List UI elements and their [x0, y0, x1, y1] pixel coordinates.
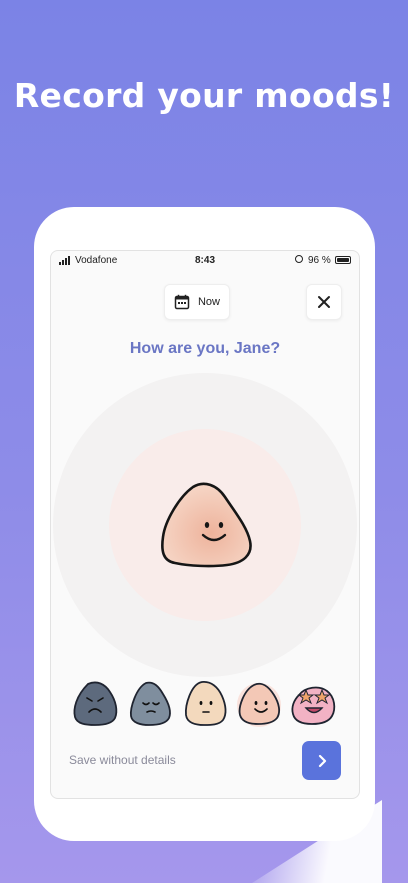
save-without-details-link[interactable]: Save without details — [69, 753, 176, 767]
promo-headline: Record your moods! — [13, 76, 395, 115]
ecstatic-face-icon[interactable] — [289, 679, 337, 727]
chevron-right-icon — [318, 754, 326, 767]
selected-mood-face-icon — [161, 482, 252, 568]
battery-icon — [335, 256, 351, 264]
calendar-icon — [174, 294, 190, 310]
close-icon — [318, 296, 330, 308]
orientation-lock-icon — [295, 255, 303, 263]
very-sad-face-icon[interactable] — [71, 679, 119, 727]
mood-question: How are you, Jane? — [129, 340, 281, 357]
date-selector-button[interactable]: Now — [164, 284, 230, 320]
sad-face-icon[interactable] — [126, 679, 174, 727]
mood-scale — [71, 679, 341, 727]
date-selector-label: Now — [197, 296, 220, 308]
next-button[interactable] — [302, 741, 341, 780]
battery-percent: 96 % — [308, 255, 331, 266]
happy-face-icon[interactable] — [235, 679, 283, 727]
close-button[interactable] — [306, 284, 342, 320]
status-bar: Vodafone 8:43 96 % — [51, 251, 359, 271]
neutral-face-icon[interactable] — [181, 679, 229, 727]
app-screen: Vodafone 8:43 96 % Now How are you, Jane… — [50, 250, 360, 799]
